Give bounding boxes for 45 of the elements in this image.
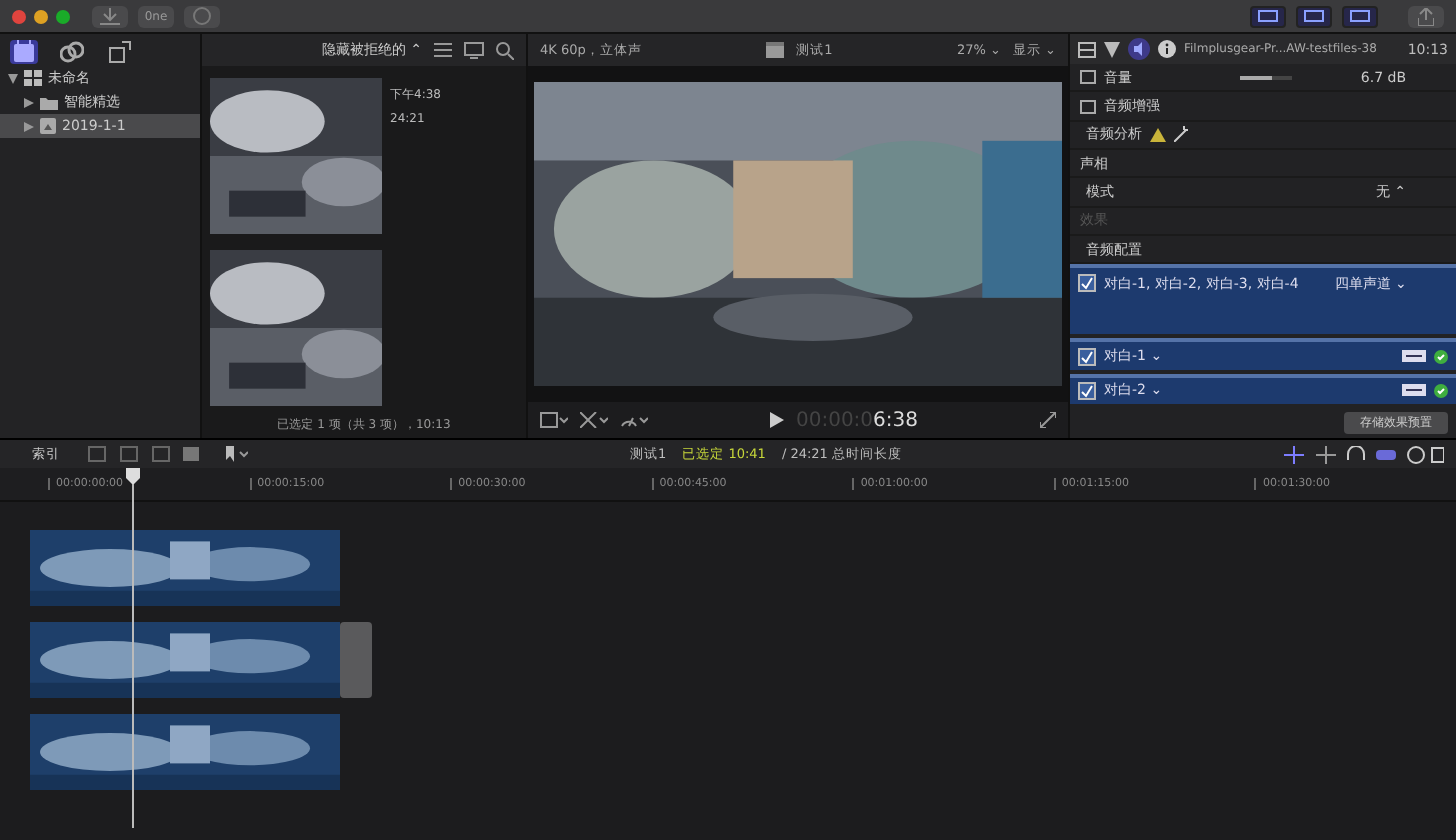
check-icon <box>1434 383 1448 398</box>
library-icon <box>24 70 42 86</box>
view-options-icon[interactable] <box>540 412 568 428</box>
checkbox[interactable] <box>1078 381 1096 400</box>
wand-icon[interactable] <box>1174 126 1190 143</box>
fullscreen-icon[interactable] <box>1040 412 1056 428</box>
close-button[interactable] <box>12 9 26 23</box>
playhead[interactable] <box>126 468 140 828</box>
filter-icon[interactable] <box>1104 41 1120 58</box>
panel-layout-icon <box>1350 10 1370 22</box>
timecode: 6:38 <box>873 409 919 431</box>
audio-inspector-icon[interactable] <box>1128 38 1150 61</box>
import-button[interactable] <box>92 5 128 27</box>
speed-icon[interactable] <box>620 412 648 428</box>
play-icon[interactable] <box>769 412 784 428</box>
disclosure-icon[interactable] <box>24 121 34 131</box>
library-tab[interactable] <box>10 40 38 64</box>
workspace-toggle-button[interactable] <box>1342 5 1378 27</box>
clip-end-handle[interactable] <box>340 622 372 698</box>
volume-slider[interactable] <box>1240 75 1292 80</box>
disclosure-icon[interactable] <box>24 97 34 107</box>
disclosure-icon[interactable] <box>8 73 18 83</box>
transform-icon[interactable] <box>580 412 608 428</box>
check-icon <box>1434 349 1448 364</box>
warning-icon <box>1150 127 1166 142</box>
background-tasks-button[interactable] <box>184 5 220 27</box>
workspace-toggle-button[interactable] <box>1250 5 1286 27</box>
list-view-icon[interactable] <box>434 42 452 58</box>
timeline-controls-icon[interactable] <box>1284 445 1445 463</box>
pointer-tool-icon[interactable] <box>224 446 248 462</box>
event-icon <box>40 118 56 134</box>
share-button[interactable] <box>1408 5 1444 27</box>
workspace-toggle-button[interactable] <box>1296 5 1332 27</box>
search-icon[interactable] <box>496 41 514 59</box>
zoom-button[interactable] <box>56 9 70 23</box>
checkbox[interactable] <box>1078 347 1096 366</box>
panel-layout-icon <box>1304 10 1324 22</box>
folder-icon <box>40 95 58 109</box>
minimize-button[interactable] <box>34 9 48 23</box>
panel-layout-icon <box>1258 10 1278 22</box>
photos-tab[interactable] <box>58 40 86 64</box>
video-inspector-icon[interactable] <box>1078 41 1096 58</box>
titles-tab[interactable] <box>106 40 134 64</box>
checkbox[interactable] <box>1078 274 1096 293</box>
info-icon[interactable] <box>1158 40 1176 59</box>
